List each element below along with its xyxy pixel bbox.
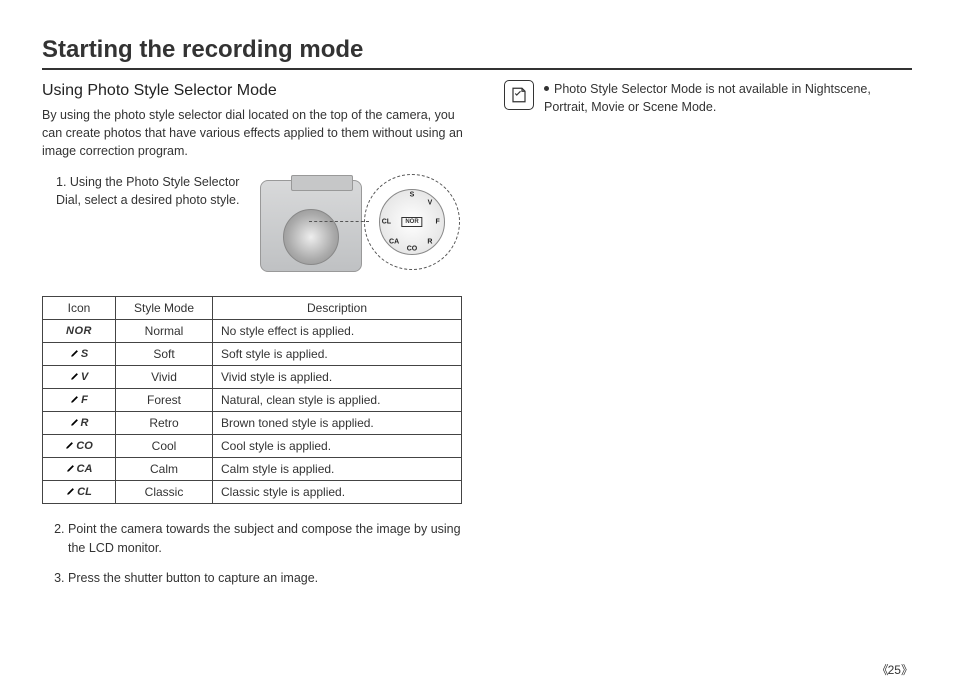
style-icon: CO bbox=[43, 435, 116, 458]
note-text: Photo Style Selector Mode is not availab… bbox=[544, 80, 912, 116]
th-icon: Icon bbox=[43, 297, 116, 320]
table-row: CLClassicClassic style is applied. bbox=[43, 481, 462, 504]
style-description: Classic style is applied. bbox=[213, 481, 462, 504]
table-row: VVividVivid style is applied. bbox=[43, 366, 462, 389]
style-description: Vivid style is applied. bbox=[213, 366, 462, 389]
table-row: SSoftSoft style is applied. bbox=[43, 343, 462, 366]
table-row: RRetroBrown toned style is applied. bbox=[43, 412, 462, 435]
style-mode-name: Classic bbox=[116, 481, 213, 504]
camera-dial-illustration: NOR S V F R CO CA CL bbox=[260, 174, 460, 284]
style-mode-table: Icon Style Mode Description NORNormalNo … bbox=[42, 296, 462, 504]
page-title: Starting the recording mode bbox=[42, 36, 912, 70]
table-header-row: Icon Style Mode Description bbox=[43, 297, 462, 320]
style-icon: NOR bbox=[43, 320, 116, 343]
style-mode-name: Retro bbox=[116, 412, 213, 435]
note-memo-icon bbox=[504, 80, 534, 110]
table-row: COCoolCool style is applied. bbox=[43, 435, 462, 458]
style-icon: CA bbox=[43, 458, 116, 481]
style-description: No style effect is applied. bbox=[213, 320, 462, 343]
style-icon: V bbox=[43, 366, 116, 389]
dial-center-label: NOR bbox=[401, 217, 422, 227]
section-subtitle: Using Photo Style Selector Mode bbox=[42, 82, 472, 100]
table-row: CACalmCalm style is applied. bbox=[43, 458, 462, 481]
bullet-icon bbox=[544, 86, 549, 91]
style-mode-name: Soft bbox=[116, 343, 213, 366]
style-description: Soft style is applied. bbox=[213, 343, 462, 366]
style-mode-name: Cool bbox=[116, 435, 213, 458]
style-description: Cool style is applied. bbox=[213, 435, 462, 458]
table-row: NORNormalNo style effect is applied. bbox=[43, 320, 462, 343]
style-mode-name: Calm bbox=[116, 458, 213, 481]
th-mode: Style Mode bbox=[116, 297, 213, 320]
style-description: Brown toned style is applied. bbox=[213, 412, 462, 435]
style-mode-name: Normal bbox=[116, 320, 213, 343]
style-mode-name: Forest bbox=[116, 389, 213, 412]
style-icon: CL bbox=[43, 481, 116, 504]
page-number: 《25》 bbox=[877, 661, 912, 678]
style-icon: F bbox=[43, 389, 116, 412]
step-1-text: 1. Using the Photo Style Selector Dial, … bbox=[42, 174, 246, 209]
style-mode-name: Vivid bbox=[116, 366, 213, 389]
intro-text: By using the photo style selector dial l… bbox=[42, 106, 472, 160]
style-description: Natural, clean style is applied. bbox=[213, 389, 462, 412]
table-row: FForestNatural, clean style is applied. bbox=[43, 389, 462, 412]
step-3-text: Press the shutter button to capture an i… bbox=[68, 569, 472, 587]
style-description: Calm style is applied. bbox=[213, 458, 462, 481]
step-2-text: Point the camera towards the subject and… bbox=[68, 520, 472, 556]
th-desc: Description bbox=[213, 297, 462, 320]
style-icon: S bbox=[43, 343, 116, 366]
style-icon: R bbox=[43, 412, 116, 435]
